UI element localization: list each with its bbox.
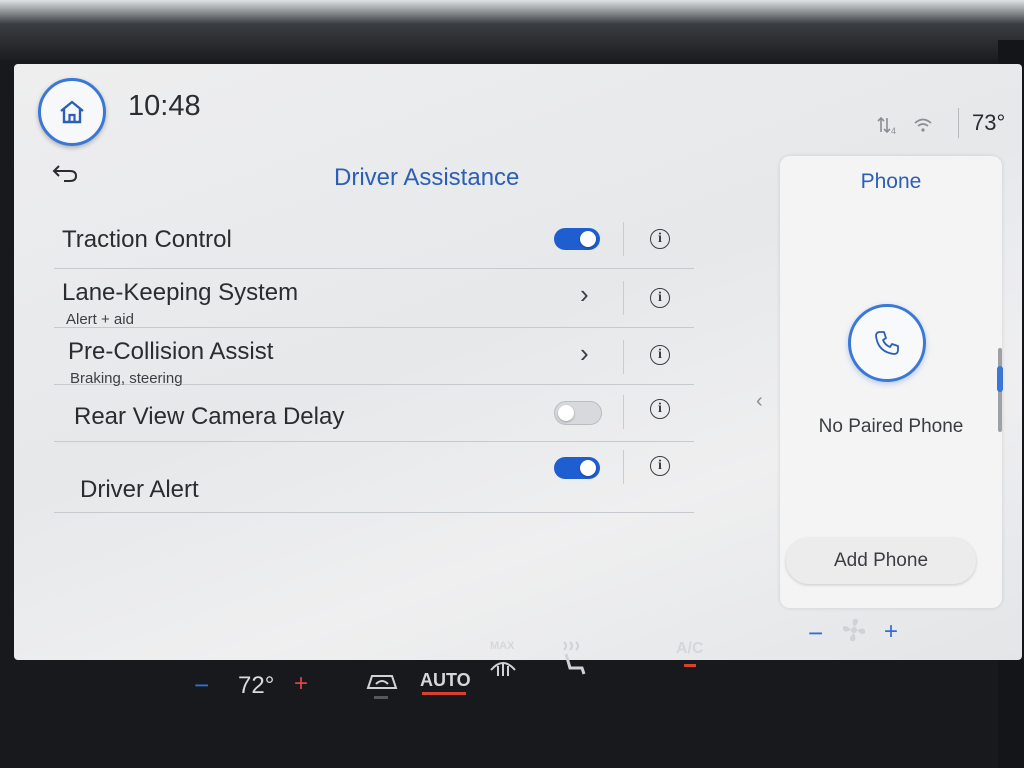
recirculation-button[interactable]: [364, 668, 400, 696]
rear-view-camera-delay-toggle[interactable]: [554, 401, 602, 425]
status-divider: [958, 108, 959, 138]
infotainment-screen: 10:48 4 73° Driver Assistance Traction C…: [14, 64, 1022, 660]
setting-label: Pre-Collision Assist: [68, 338, 274, 365]
auto-climate-button[interactable]: AUTO: [420, 670, 471, 691]
data-signal-icon: 4: [877, 116, 896, 136]
info-icon[interactable]: i: [650, 229, 670, 249]
seat-heat-icon: [563, 641, 586, 675]
recirculation-indicator: [374, 696, 388, 699]
row-divider: [623, 281, 624, 315]
setting-sublabel: Alert + aid: [66, 311, 134, 328]
setting-row-traction-control[interactable]: Traction Control i: [54, 212, 694, 269]
status-icons: 4: [876, 114, 934, 136]
phone-panel-title: Phone: [860, 170, 922, 193]
phone-panel: Phone No Paired Phone Add Phone: [780, 156, 1002, 608]
display-bezel-top: [0, 0, 1024, 60]
recirculation-icon: [366, 675, 398, 689]
climate-control-strip: − 72° + AUTO MAX A/C − +: [172, 618, 972, 730]
ac-button[interactable]: A/C: [676, 640, 704, 658]
home-icon: [60, 100, 84, 124]
chevron-right-icon[interactable]: ›: [580, 279, 589, 310]
setting-row-rear-view-camera-delay[interactable]: Rear View Camera Delay i: [54, 385, 694, 442]
collapse-panel-icon[interactable]: ‹: [756, 390, 763, 413]
home-button[interactable]: [38, 78, 106, 146]
info-icon[interactable]: i: [650, 288, 670, 308]
info-icon[interactable]: i: [650, 399, 670, 419]
setting-row-lane-keeping[interactable]: Lane-Keeping System Alert + aid › i: [54, 269, 694, 328]
fan-down-button[interactable]: −: [808, 618, 823, 649]
panel-scrollbar-thumb[interactable]: [997, 366, 1003, 392]
seat-climate-button[interactable]: [556, 638, 590, 678]
temp-down-button[interactable]: −: [194, 670, 209, 701]
driver-alert-toggle[interactable]: [554, 457, 600, 479]
fan-up-button[interactable]: +: [884, 618, 898, 646]
chevron-right-icon[interactable]: ›: [580, 338, 589, 369]
ac-indicator: [684, 664, 696, 667]
phone-icon: [875, 331, 899, 355]
auto-indicator: [422, 692, 466, 695]
max-defrost-icon: [490, 662, 516, 676]
traction-control-toggle[interactable]: [554, 228, 600, 250]
max-defrost-button[interactable]: [488, 654, 518, 680]
setting-label: Rear View Camera Delay: [74, 403, 345, 430]
wifi-icon: [914, 118, 932, 132]
setting-label: Driver Alert: [80, 476, 199, 503]
setting-row-driver-alert[interactable]: Driver Alert i: [54, 442, 694, 513]
row-divider: [623, 395, 624, 429]
phone-status-text: No Paired Phone: [818, 416, 964, 437]
fan-speed-display: [840, 616, 868, 644]
row-divider: [623, 222, 624, 256]
outside-temperature: 73°: [972, 110, 1006, 135]
clock: 10:48: [128, 90, 201, 122]
temp-up-button[interactable]: +: [294, 670, 308, 698]
phone-button[interactable]: [848, 304, 926, 382]
add-phone-button[interactable]: Add Phone: [786, 538, 976, 584]
back-icon[interactable]: [50, 160, 80, 184]
driver-temperature: 72°: [238, 672, 275, 699]
setting-label: Traction Control: [62, 226, 232, 253]
setting-row-pre-collision-assist[interactable]: Pre-Collision Assist Braking, steering ›…: [54, 328, 694, 387]
svg-text:4: 4: [891, 126, 896, 136]
page-title: Driver Assistance: [334, 164, 520, 191]
row-divider: [623, 450, 624, 484]
info-icon[interactable]: i: [650, 456, 670, 476]
info-icon[interactable]: i: [650, 345, 670, 365]
fan-icon: [842, 618, 866, 642]
row-divider: [623, 340, 624, 374]
setting-label: Lane-Keeping System: [62, 279, 299, 306]
max-defrost-label: MAX: [490, 640, 515, 652]
